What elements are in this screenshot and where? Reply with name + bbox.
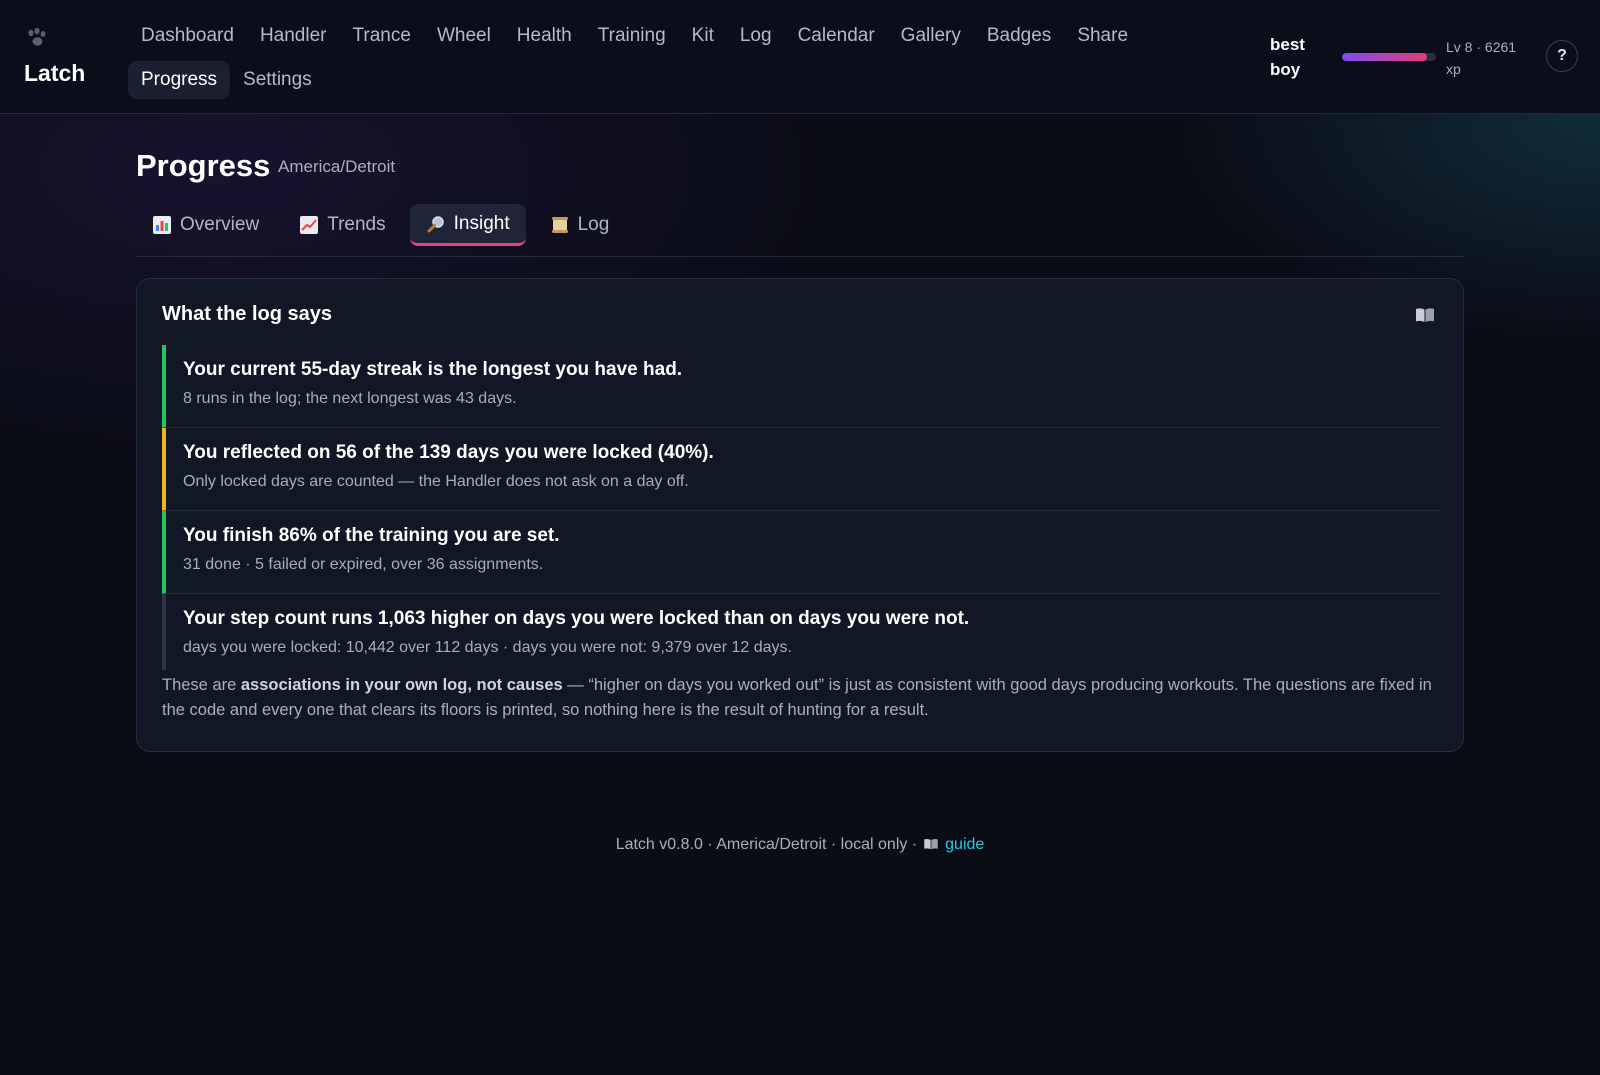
paw-icon — [28, 27, 46, 46]
disclaimer-note: These are associations in your own log, … — [162, 676, 1432, 719]
trend-chart-icon — [299, 215, 319, 235]
footer-text: Latch v0.8.0 · America/Detroit · local o… — [615, 836, 918, 853]
nav-item-settings[interactable]: Settings — [230, 61, 325, 99]
nav-item-dashboard[interactable]: Dashboard — [128, 17, 247, 55]
nav-item-progress[interactable]: Progress — [128, 61, 231, 99]
tab-log[interactable]: Log — [534, 204, 626, 246]
insight-item: Your current 55-day streak is the longes… — [162, 345, 1441, 428]
insight-detail: days you were locked: 10,442 over 112 da… — [183, 639, 792, 656]
note-emphasis: associations in your own log, not causes — [240, 676, 563, 694]
nav-item-trance[interactable]: Trance — [340, 17, 424, 55]
book-icon — [924, 839, 938, 850]
top-bar: Latch Dashboard Handler Trance Wheel Health T… — [0, 0, 1600, 114]
insight-card: What the log says Your current 55-day st… — [136, 278, 1464, 752]
nav-item-training[interactable]: Training — [585, 17, 679, 55]
tab-insight[interactable]: Insight — [409, 204, 526, 246]
insight-detail: 8 runs in the log; the next longest was … — [183, 390, 517, 407]
nav-item-kit[interactable]: Kit — [679, 17, 727, 55]
page-title: Progress — [136, 148, 271, 183]
tabs-divider — [136, 256, 1464, 257]
card-title: What the log says — [162, 303, 333, 325]
insight-headline: Your step count runs 1,063 higher on day… — [183, 608, 970, 629]
insight-headline: Your current 55-day streak is the longes… — [183, 359, 683, 380]
timezone-label: America/Detroit — [278, 157, 396, 176]
insight-detail: Only locked days are counted — the Handl… — [183, 473, 689, 490]
nav-row: Dashboard Handler Trance Wheel Health Trainin… — [128, 16, 1228, 56]
insight-item: Your step count runs 1,063 higher on day… — [162, 594, 1441, 670]
tab-label: Log — [577, 214, 610, 235]
insight-detail: 31 done · 5 failed or expired, over 36 a… — [183, 556, 544, 573]
nav-item-share[interactable]: Share — [1064, 17, 1141, 55]
insight-item: You finish 86% of the training you are s… — [162, 511, 1441, 594]
scroll-icon — [550, 215, 570, 235]
progress-tabs: Overview Trends Insight Log — [136, 204, 633, 246]
nav-item-wheel[interactable]: Wheel — [424, 17, 504, 55]
tab-label: Insight — [453, 212, 510, 234]
insight-list: Your current 55-day streak is the longes… — [162, 345, 1441, 670]
nav-item-gallery[interactable]: Gallery — [888, 17, 974, 55]
guide-link[interactable]: guide — [945, 836, 984, 853]
bar-chart-icon — [152, 215, 172, 235]
book-icon[interactable] — [1415, 307, 1435, 323]
nav-item-badges[interactable]: Badges — [974, 17, 1064, 55]
magnifier-icon — [426, 214, 446, 234]
xp-progress-fill — [1342, 53, 1427, 61]
tab-label: Overview — [180, 214, 260, 235]
app-name: Latch — [24, 60, 86, 86]
nav-row: Progress Settings — [128, 60, 1228, 100]
nav-item-log[interactable]: Log — [727, 17, 785, 55]
insight-headline: You finish 86% of the training you are s… — [183, 525, 560, 546]
footer: Latch v0.8.0 · America/Detroit · local o… — [0, 836, 1600, 854]
main-nav: Dashboard Handler Trance Wheel Health Trainin… — [128, 16, 1228, 100]
nav-item-calendar[interactable]: Calendar — [785, 17, 888, 55]
user-name: best boy — [1270, 35, 1305, 79]
help-button[interactable]: ? — [1546, 40, 1578, 72]
xp-progress-bar — [1342, 53, 1436, 61]
tab-overview[interactable]: Overview — [136, 204, 275, 246]
insight-item: You reflected on 56 of the 139 days you … — [162, 428, 1441, 511]
tab-trends[interactable]: Trends — [283, 204, 401, 246]
tab-label: Trends — [327, 214, 386, 235]
nav-item-health[interactable]: Health — [504, 17, 585, 55]
nav-item-handler[interactable]: Handler — [247, 17, 340, 55]
level-xp-text: Lv 8 · 6261 xp — [1446, 39, 1517, 77]
insight-headline: You reflected on 56 of the 139 days you … — [183, 442, 714, 463]
